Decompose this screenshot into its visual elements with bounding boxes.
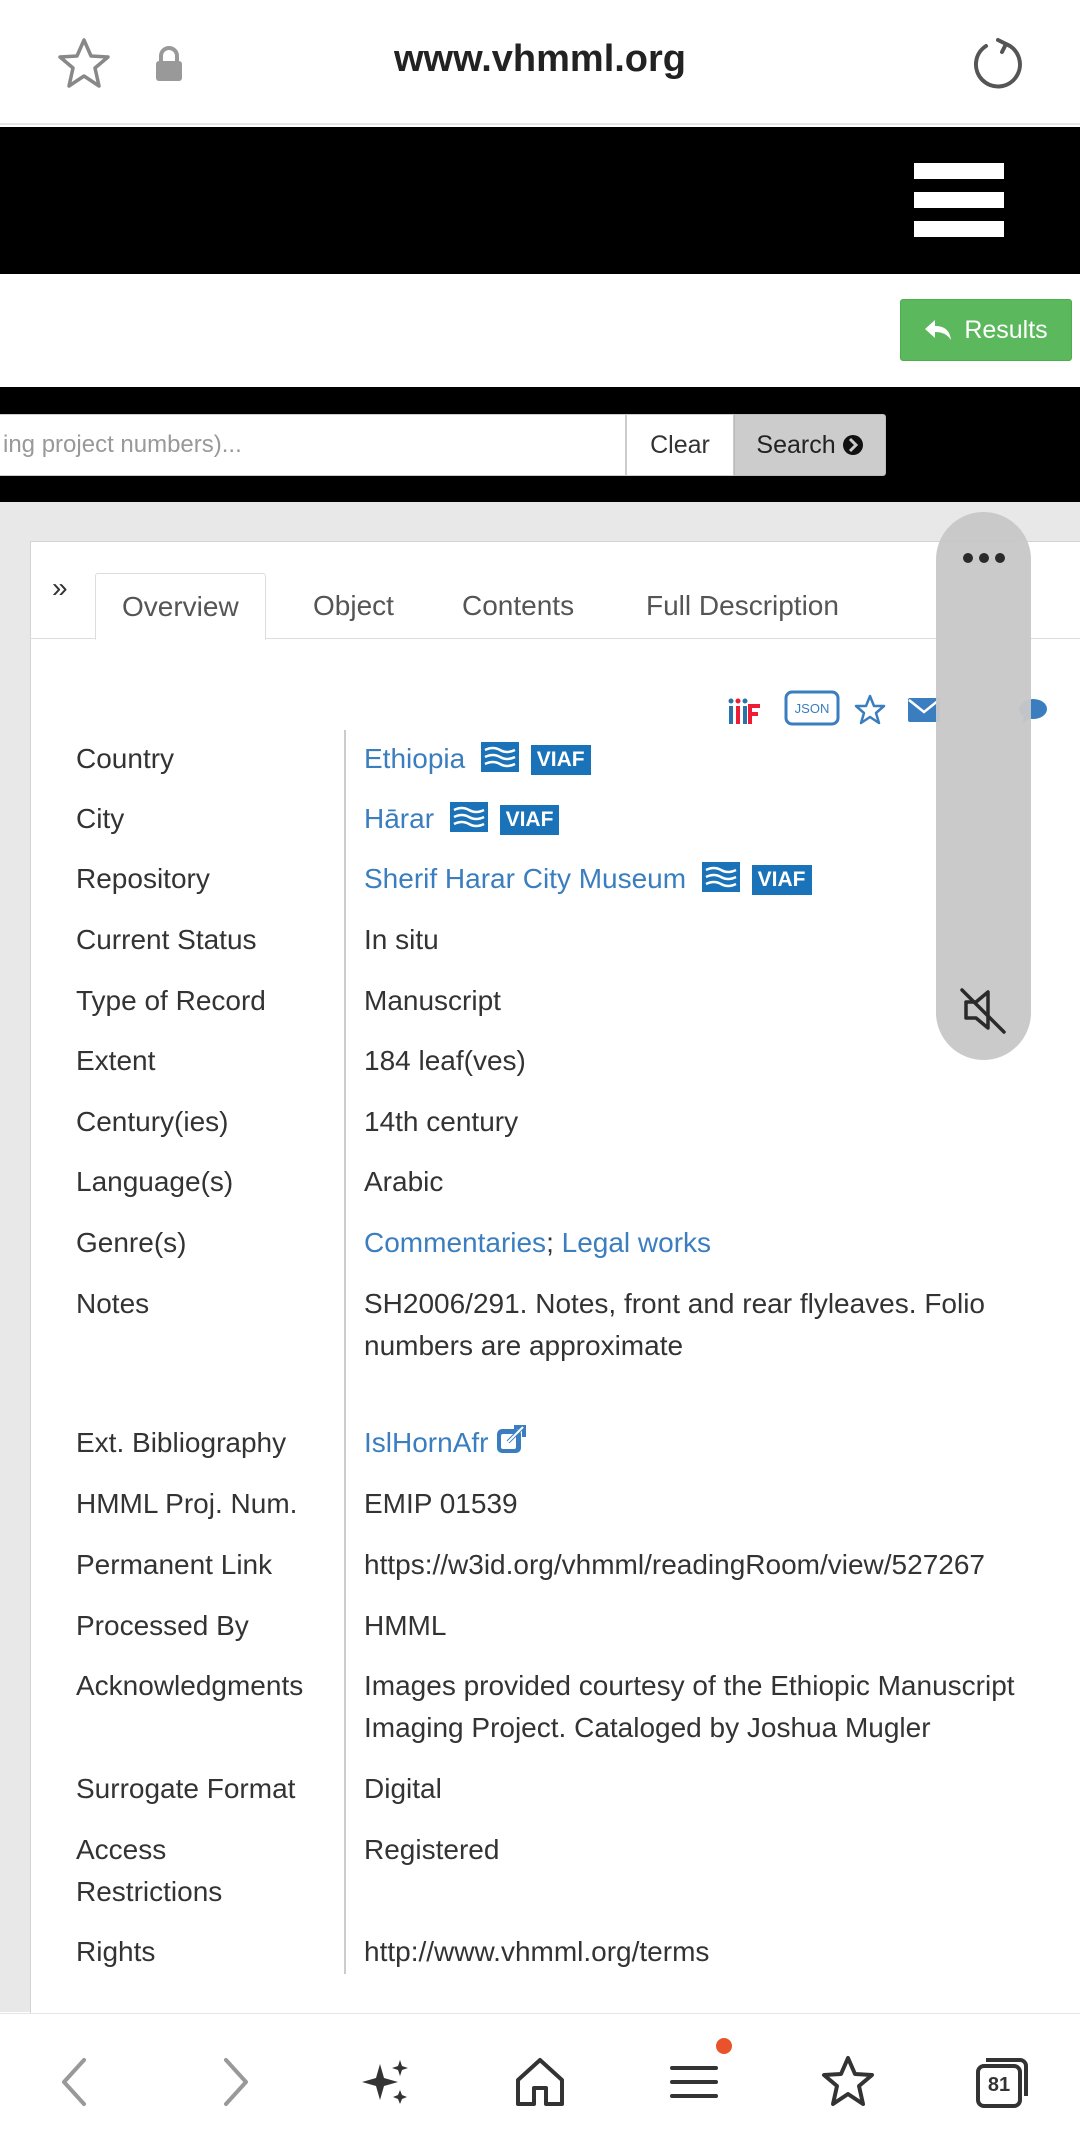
language-link[interactable]: Arabic [364, 1161, 1064, 1203]
field-label: Ext. Bibliography [76, 1427, 287, 1458]
field-value: SH2006/291. Notes, front and rear flylea… [364, 1288, 986, 1361]
reply-arrow-icon [925, 320, 952, 340]
field-label: Acknowledgments [76, 1670, 304, 1701]
notification-dot [716, 2038, 732, 2054]
search-button[interactable]: Search [734, 414, 886, 476]
field-value: IslHornAfr [364, 1422, 1064, 1464]
field-label: Rights [76, 1936, 156, 1967]
viaf-badge[interactable]: VIAF [751, 865, 812, 895]
back-icon[interactable] [46, 2052, 106, 2112]
field-value: EMIP 01539 [364, 1488, 518, 1519]
country-link[interactable]: Ethiopia [364, 743, 465, 774]
url-text[interactable]: www.vhmml.org [0, 38, 1080, 81]
field-label: Language(s) [76, 1166, 234, 1197]
loc-flag-icon[interactable] [701, 862, 740, 892]
search-placeholder: ing project numbers)... [3, 431, 242, 458]
genre-link-commentaries[interactable]: Commentaries [364, 1227, 546, 1258]
menu-list-icon[interactable] [664, 2052, 724, 2112]
forward-icon[interactable] [204, 2052, 264, 2112]
field-label: Permanent Link [76, 1549, 273, 1580]
menu-icon[interactable] [914, 163, 1004, 237]
reload-icon[interactable] [968, 36, 1024, 92]
field-label: HMML Proj. Num. [76, 1488, 298, 1519]
field-divider [344, 730, 346, 1974]
home-icon[interactable] [510, 2052, 570, 2112]
viaf-badge[interactable]: VIAF [499, 805, 560, 835]
bookmarks-star-icon[interactable] [818, 2052, 878, 2112]
tab-contents[interactable]: Contents [436, 573, 600, 639]
field-value: Commentaries; Legal works [364, 1222, 1064, 1264]
field-label: Country [76, 743, 175, 774]
loc-flag-icon[interactable] [480, 742, 519, 772]
site-header [0, 127, 1080, 274]
permanent-link[interactable]: https://w3id.org/vhmml/readingRoom/view/… [364, 1544, 1064, 1586]
more-options-icon[interactable] [960, 550, 1008, 566]
field-label: Repository [76, 863, 210, 894]
json-icon[interactable]: JSON [784, 690, 840, 731]
floating-media-control[interactable] [936, 512, 1031, 1060]
favorite-star-icon[interactable] [854, 694, 886, 731]
results-label: Results [964, 315, 1048, 344]
field-label: City [76, 803, 125, 834]
field-label: Processed By [76, 1610, 249, 1641]
field-value: Digital [364, 1773, 442, 1804]
field-label: Access Restrictions [76, 1834, 223, 1907]
tab-count: 81 [987, 2074, 1011, 2096]
json-label: JSON [795, 701, 830, 716]
external-link-icon[interactable] [496, 1425, 527, 1455]
results-button[interactable]: Results [900, 299, 1072, 361]
field-label: Genre(s) [76, 1227, 187, 1258]
field-label: Type of Record [76, 985, 266, 1016]
browser-bottom-nav: 81 [0, 2013, 1080, 2140]
field-label: Notes [76, 1288, 150, 1319]
browser-address-bar: www.vhmml.org [0, 0, 1080, 125]
search-bar: ing project numbers)... Clear Search [0, 387, 1080, 502]
search-input[interactable]: ing project numbers)... [0, 414, 626, 476]
rights-link[interactable]: http://www.vhmml.org/terms [364, 1931, 1064, 1973]
clear-button[interactable]: Clear [626, 414, 734, 476]
viaf-badge[interactable]: VIAF [530, 745, 591, 775]
genre-separator: ; [546, 1227, 554, 1258]
field-value: Registered [364, 1834, 500, 1865]
repository-link[interactable]: Sherif Harar City Museum [364, 863, 686, 894]
iiif-icon[interactable] [728, 698, 762, 731]
field-value: HMML [364, 1610, 447, 1641]
tab-full-description[interactable]: Full Description [620, 573, 865, 639]
tabs-icon[interactable]: 81 [972, 2052, 1032, 2112]
field-label: Extent [76, 1045, 156, 1076]
city-link[interactable]: Hārar [364, 803, 434, 834]
loc-flag-icon[interactable] [449, 802, 488, 832]
field-label: Century(ies) [76, 1106, 229, 1137]
results-toolbar: Results [0, 274, 1080, 387]
genre-link-legal-works[interactable]: Legal works [562, 1227, 711, 1258]
field-value: 14th century [364, 1106, 519, 1137]
search-label: Search [756, 430, 836, 459]
tab-object[interactable]: Object [287, 573, 420, 639]
mute-icon[interactable] [958, 984, 1010, 1036]
field-value: Images provided courtesy of the Ethiopic… [364, 1670, 1015, 1743]
bibliography-link[interactable]: IslHornAfr [364, 1427, 488, 1458]
record-tabs: Overview Object Contents Full Descriptio… [30, 573, 1080, 640]
field-label: Surrogate Format [76, 1773, 296, 1804]
tab-overview[interactable]: Overview [95, 573, 266, 640]
field-label: Current Status [76, 924, 257, 955]
arrow-circle-right-icon [842, 435, 863, 455]
ai-sparkle-icon[interactable] [356, 2052, 416, 2112]
